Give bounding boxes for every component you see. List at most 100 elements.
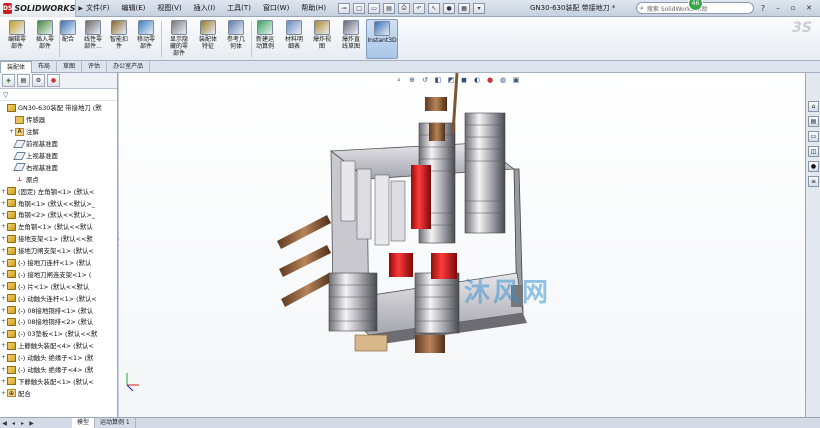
expand-icon[interactable]: + bbox=[0, 295, 7, 302]
view-palette-icon[interactable]: ◫ bbox=[808, 146, 819, 157]
tree-node[interactable]: + 下静触头装配<1> (默认< bbox=[0, 375, 117, 387]
expand-icon[interactable]: + bbox=[0, 354, 7, 361]
expand-icon[interactable]: + bbox=[0, 188, 7, 195]
solidworks-menu-button[interactable]: DS SOLIDWORKS ▶ bbox=[0, 0, 83, 17]
expand-icon[interactable]: + bbox=[0, 342, 7, 349]
configuration-manager-tab-icon[interactable]: ⚙ bbox=[32, 74, 45, 87]
restore-icon[interactable]: ▫ bbox=[787, 3, 799, 13]
undo-icon[interactable]: ↶ bbox=[413, 2, 426, 14]
tree-node[interactable]: + (-) 03垫板<1> (默认<<默 bbox=[0, 328, 117, 340]
resources-icon[interactable]: ⌂ bbox=[808, 101, 819, 112]
customize-icon[interactable]: ▾ bbox=[473, 2, 486, 14]
expand-icon[interactable]: + bbox=[0, 247, 7, 254]
tree-node[interactable]: + (-) 接地刀连杆<1> (默认 bbox=[0, 257, 117, 269]
design-library-icon[interactable]: ▤ bbox=[808, 116, 819, 127]
tree-node[interactable]: + 上静触头装配<4> (默认< bbox=[0, 340, 117, 352]
ribbon-button-instant3d[interactable]: Instant3D bbox=[366, 19, 398, 59]
tree-node[interactable]: + (-) 动触头连杆<1> (默认< bbox=[0, 292, 117, 304]
expand-icon[interactable]: + bbox=[0, 271, 7, 278]
tree-node[interactable]: + 接地刀闸支架<1> (默认< bbox=[0, 245, 117, 257]
tree-node[interactable]: + (-) 动触头 绝缘子<1> (默 bbox=[0, 352, 117, 364]
close-icon[interactable]: ✕ bbox=[803, 3, 815, 13]
tab-layout[interactable]: 布局 bbox=[32, 61, 58, 73]
display-manager-tab-icon[interactable]: ● bbox=[47, 74, 60, 87]
tree-node[interactable]: + 角钢<2> (默认<<默认>_ bbox=[0, 209, 117, 221]
tree-node[interactable]: + 角钢<1> (默认<<默认>_ bbox=[0, 197, 117, 209]
tree-node[interactable]: 右视基准面 bbox=[0, 161, 117, 173]
save-icon[interactable]: ▤ bbox=[383, 2, 396, 14]
options-icon[interactable]: ▦ bbox=[458, 2, 471, 14]
tree-node[interactable]: + (-) 接地刀闸连支架<1> ( bbox=[0, 268, 117, 280]
select-icon[interactable]: ↖ bbox=[428, 2, 441, 14]
file-explorer-icon[interactable]: ▭ bbox=[808, 131, 819, 142]
tree-node[interactable]: + (固定) 左角钢<1> (默认< bbox=[0, 185, 117, 197]
tree-node[interactable]: + (-) 08接地铜排<1> (默认 bbox=[0, 304, 117, 316]
tree-node[interactable]: + A 注解 bbox=[0, 126, 117, 138]
menu-edit[interactable]: 编辑(E) bbox=[116, 0, 152, 17]
graphics-area[interactable]: ⌕ ⊕ ↺ ◧ ◩ ◼ ◐ ● ◍ ▣ 沐风网 bbox=[119, 73, 805, 417]
menu-insert[interactable]: 插入(I) bbox=[188, 0, 222, 17]
menu-window[interactable]: 窗口(W) bbox=[257, 0, 295, 17]
ribbon-button-assembly-feature[interactable]: 装配体 特征 bbox=[194, 19, 222, 59]
tree-node[interactable]: + 接地支架<1> (默认<<默 bbox=[0, 233, 117, 245]
expand-icon[interactable]: + bbox=[0, 330, 7, 337]
ribbon-button-smart-fastener[interactable]: 智能扣 件 bbox=[106, 19, 132, 59]
ribbon-button-exploded-view[interactable]: 爆炸视 图 bbox=[308, 19, 336, 59]
assembly-model[interactable] bbox=[119, 73, 805, 417]
ribbon-button-show-hidden[interactable]: 显示隐 藏的零 部件 bbox=[164, 19, 194, 59]
tree-node[interactable]: 前视基准面 bbox=[0, 138, 117, 150]
ribbon-button-explode-line[interactable]: 爆炸直 线草图 bbox=[336, 19, 366, 59]
custom-properties-icon[interactable]: ≡ bbox=[808, 176, 819, 187]
ribbon-button-mate[interactable]: 配合 bbox=[58, 19, 78, 59]
open-folder-icon[interactable]: ▭ bbox=[368, 2, 381, 14]
help-icon[interactable]: ? bbox=[757, 2, 769, 14]
property-manager-tab-icon[interactable]: ▤ bbox=[17, 74, 30, 87]
first-tab-icon[interactable]: ◀ bbox=[0, 420, 9, 427]
expand-icon[interactable]: + bbox=[0, 390, 7, 397]
ribbon-button-move-component[interactable]: 移动零 部件 bbox=[132, 19, 160, 59]
tab-evaluate[interactable]: 评估 bbox=[82, 61, 108, 73]
expand-icon[interactable]: + bbox=[0, 259, 7, 266]
tab-assembly[interactable]: 装配体 bbox=[0, 61, 33, 73]
pin-icon[interactable]: ⊸ bbox=[338, 2, 351, 14]
tree-filter[interactable]: ▽ bbox=[0, 89, 117, 101]
tree-node[interactable]: + 左角钢<1> (默认<<默认 bbox=[0, 221, 117, 233]
tab-office-products[interactable]: 办公室产品 bbox=[107, 61, 151, 73]
expand-icon[interactable]: + bbox=[8, 128, 15, 135]
tree-node[interactable]: + (-) 08接地铜排<2> (默认 bbox=[0, 316, 117, 328]
ribbon-button-edit-component[interactable]: 编辑零 部件 bbox=[4, 19, 30, 59]
expand-icon[interactable]: + bbox=[0, 235, 7, 242]
prev-tab-icon[interactable]: ◂ bbox=[9, 420, 18, 427]
tree-node[interactable]: ⊥ 原点 bbox=[0, 173, 117, 185]
next-tab-icon[interactable]: ▸ bbox=[18, 420, 27, 427]
expand-icon[interactable]: + bbox=[0, 223, 7, 230]
tab-motion-study[interactable]: 运动算例 1 bbox=[95, 418, 136, 428]
tree-node[interactable]: 传感器 bbox=[0, 114, 117, 126]
menu-help[interactable]: 帮助(H) bbox=[295, 0, 332, 17]
menu-tools[interactable]: 工具(T) bbox=[221, 0, 257, 17]
expand-icon[interactable]: + bbox=[0, 307, 7, 314]
tree-node[interactable]: 上视基准面 bbox=[0, 150, 117, 162]
expand-icon[interactable]: + bbox=[0, 200, 7, 207]
tab-sketch[interactable]: 草图 bbox=[57, 61, 83, 73]
rebuild-icon[interactable]: ● bbox=[443, 2, 456, 14]
ribbon-button-reference-geometry[interactable]: 参考几 何体 bbox=[222, 19, 250, 59]
appearances-icon[interactable]: ● bbox=[808, 161, 819, 172]
tab-model[interactable]: 模型 bbox=[72, 418, 96, 428]
print-icon[interactable]: ⎙ bbox=[398, 2, 411, 14]
minimize-icon[interactable]: – bbox=[772, 3, 784, 13]
expand-icon[interactable]: + bbox=[0, 283, 7, 290]
ribbon-button-bom[interactable]: 材料明 细表 bbox=[280, 19, 308, 59]
feature-tree-tab-icon[interactable]: ◈ bbox=[2, 74, 15, 87]
tree-node[interactable]: + (-) 动触头 绝缘子<4> (默 bbox=[0, 364, 117, 376]
tree-node[interactable]: + ⊕ 配合 bbox=[0, 387, 117, 399]
menu-view[interactable]: 视图(V) bbox=[151, 0, 187, 17]
expand-icon[interactable]: + bbox=[0, 366, 7, 373]
tree-node[interactable]: GN30-630装配 带接地刀 (默 bbox=[0, 102, 117, 114]
expand-icon[interactable]: + bbox=[0, 378, 7, 385]
ribbon-button-insert-component[interactable]: 插入零 部件 bbox=[32, 19, 58, 59]
last-tab-icon[interactable]: ▶ bbox=[27, 420, 36, 427]
new-document-icon[interactable]: □ bbox=[353, 2, 366, 14]
tree-node[interactable]: + (-) 片<1> (默认<<默认 bbox=[0, 280, 117, 292]
ribbon-button-motion-study[interactable]: 新建运 动算例 bbox=[250, 19, 280, 59]
